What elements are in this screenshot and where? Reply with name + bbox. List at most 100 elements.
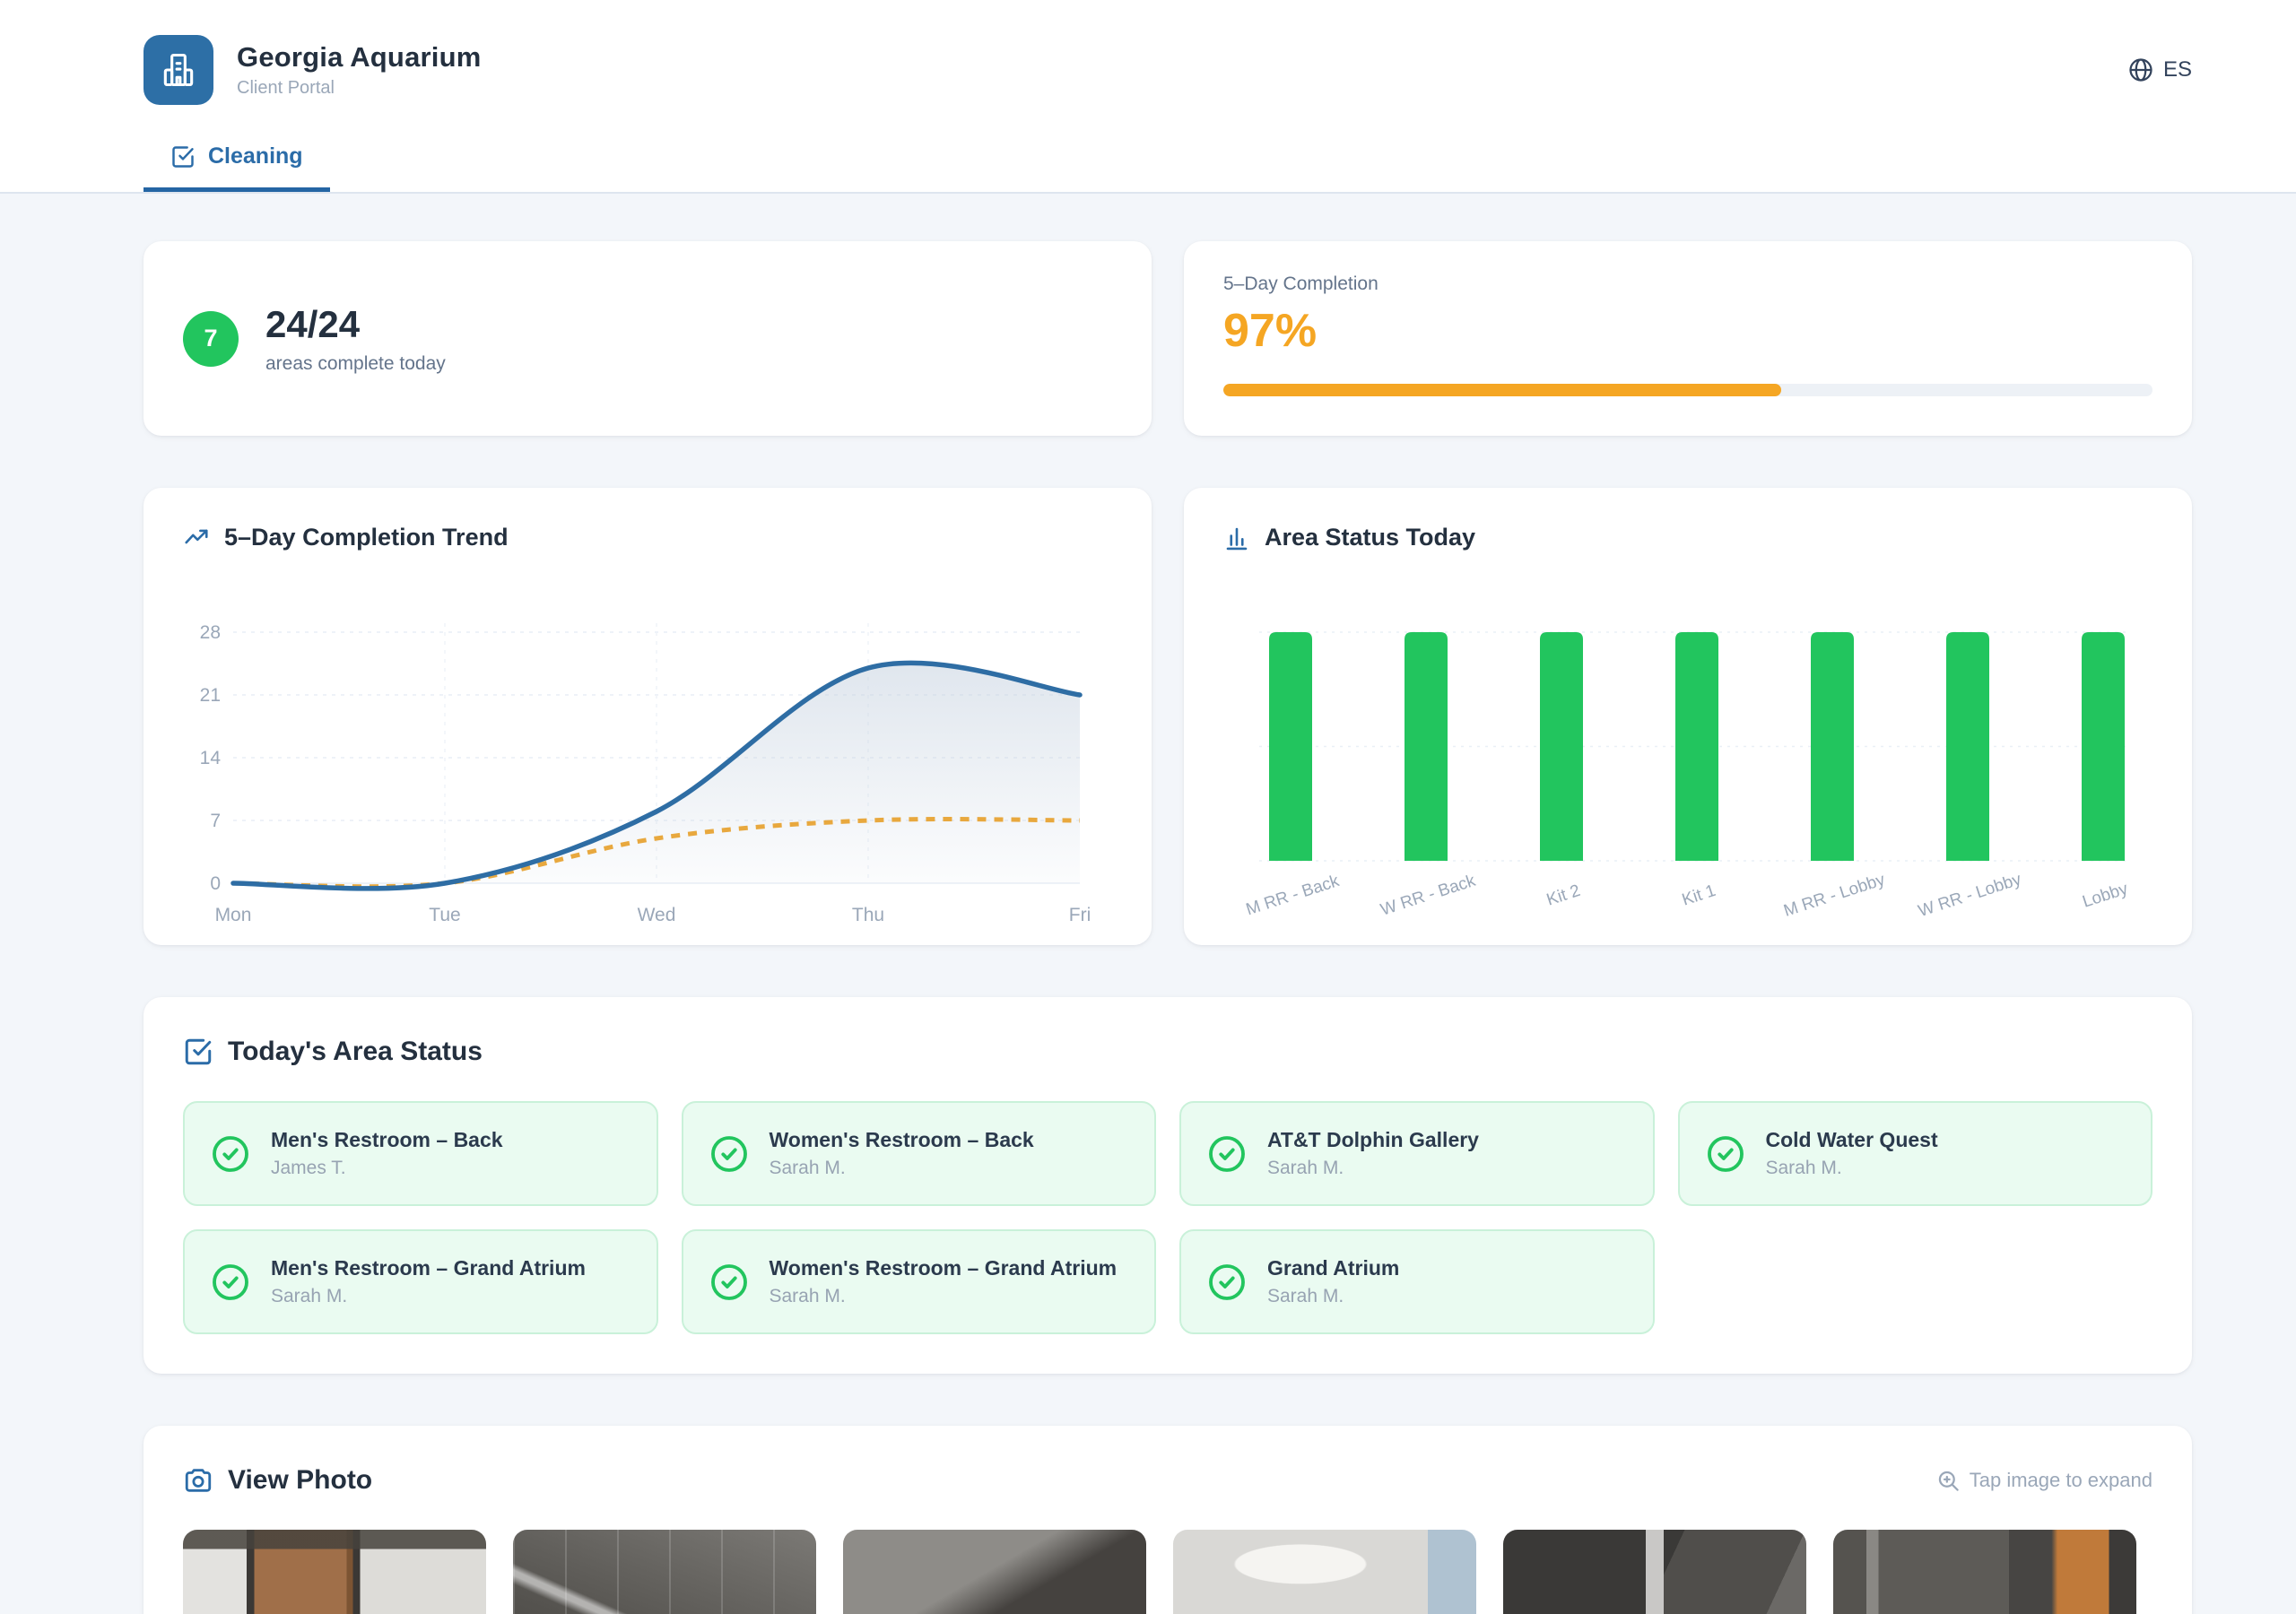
photo-thumbnail[interactable]: [183, 1530, 486, 1614]
bar-category-label: Kit 1: [1680, 881, 1718, 910]
completion-progress-track: [1223, 384, 2152, 396]
area-staff: Sarah M.: [1267, 1158, 1479, 1179]
area-chart-title: Area Status Today: [1265, 524, 1475, 551]
five-day-completion-card: 5–Day Completion 97%: [1184, 241, 2192, 436]
zoom-in-icon: [1936, 1469, 1961, 1493]
bar-category-label: M RR - Lobby: [1781, 871, 1887, 921]
status-bar: [2082, 632, 2125, 861]
circle-check-icon: [709, 1133, 750, 1175]
app-header: Georgia Aquarium Client Portal ES: [0, 0, 2296, 194]
status-bar: [1946, 632, 1989, 861]
completion-trend-chart: 0 7 14 21 28 Mon Tue Wed Thu Fri: [183, 560, 1101, 937]
area-name: AT&T Dolphin Gallery: [1267, 1128, 1479, 1152]
areas-complete-card: 7 24/24 areas complete today: [144, 241, 1152, 436]
area-name: Men's Restroom – Grand Atrium: [271, 1256, 586, 1280]
language-label: ES: [2163, 57, 2192, 82]
camera-icon: [183, 1465, 213, 1496]
area-staff: Sarah M.: [271, 1286, 586, 1307]
completion-value: 97%: [1223, 304, 2152, 358]
photo-thumbnail[interactable]: [513, 1530, 816, 1614]
globe-icon: [2127, 56, 2154, 83]
area-staff: James T.: [271, 1158, 503, 1179]
x-tick-label: Thu: [852, 905, 884, 925]
page-title: Georgia Aquarium: [237, 41, 481, 74]
area-staff: Sarah M.: [770, 1158, 1034, 1179]
photo-thumbnail[interactable]: [843, 1530, 1146, 1614]
trend-chart-title: 5–Day Completion Trend: [224, 524, 509, 551]
bar-category-label: M RR - Back: [1244, 872, 1342, 919]
count-badge: 7: [183, 311, 239, 367]
tab-cleaning[interactable]: Cleaning: [144, 133, 330, 192]
y-tick-label: 7: [210, 811, 221, 831]
area-name: Cold Water Quest: [1766, 1128, 1938, 1152]
x-tick-label: Mon: [215, 905, 252, 925]
area-status-tile[interactable]: Women's Restroom – Grand Atrium Sarah M.: [682, 1229, 1157, 1334]
areas-complete-value: 24/24: [265, 303, 446, 346]
bar-chart-icon: [1223, 525, 1250, 551]
photo-thumbnail[interactable]: [1833, 1530, 2136, 1614]
check-square-icon: [170, 144, 196, 169]
circle-check-icon: [1705, 1133, 1746, 1175]
areas-complete-caption: areas complete today: [265, 353, 446, 375]
tab-bar: Cleaning: [0, 133, 2296, 192]
y-tick-label: 14: [200, 748, 222, 768]
circle-check-icon: [709, 1262, 750, 1303]
page-subtitle: Client Portal: [237, 78, 481, 99]
y-tick-label: 28: [200, 622, 221, 643]
brand-block: Georgia Aquarium Client Portal: [144, 35, 481, 105]
area-staff: Sarah M.: [1267, 1286, 1399, 1307]
photo-thumbnail[interactable]: [1503, 1530, 1806, 1614]
completion-label: 5–Day Completion: [1223, 273, 2152, 295]
status-bar: [1675, 632, 1718, 861]
area-status-chart: M RR - Back W RR - Back Kit 2 Kit 1 M RR - L…: [1223, 560, 2142, 937]
photo-thumbnail[interactable]: [1173, 1530, 1476, 1614]
trending-up-icon: [183, 525, 210, 551]
area-status-tile[interactable]: Grand Atrium Sarah M.: [1179, 1229, 1655, 1334]
area-status-tile[interactable]: AT&T Dolphin Gallery Sarah M.: [1179, 1101, 1655, 1206]
building-icon: [159, 50, 198, 90]
main-content: 7 24/24 areas complete today 5–Day Compl…: [0, 194, 2296, 1614]
area-name: Men's Restroom – Back: [271, 1128, 503, 1152]
status-bar: [1269, 632, 1312, 861]
view-photo-title: View Photo: [228, 1465, 372, 1496]
area-status-tile[interactable]: Women's Restroom – Back Sarah M.: [682, 1101, 1157, 1206]
today-area-status-card: Today's Area Status Men's Restroom – Bac…: [144, 997, 2192, 1374]
bar-category-label: Kit 2: [1544, 881, 1583, 910]
completion-trend-card: 5–Day Completion Trend 0 7 14 21 28 Mon Tue Wed…: [144, 488, 1152, 945]
status-bar: [1540, 632, 1583, 861]
check-square-icon: [183, 1037, 213, 1067]
circle-check-icon: [1206, 1262, 1248, 1303]
x-tick-label: Wed: [638, 905, 676, 925]
completion-progress-fill: [1223, 384, 1781, 396]
area-name: Women's Restroom – Grand Atrium: [770, 1256, 1118, 1280]
x-tick-label: Fri: [1069, 905, 1091, 925]
company-logo: [144, 35, 213, 105]
area-status-title: Today's Area Status: [228, 1037, 483, 1067]
status-bar: [1405, 632, 1448, 861]
area-staff: Sarah M.: [1766, 1158, 1938, 1179]
area-name: Women's Restroom – Back: [770, 1128, 1034, 1152]
circle-check-icon: [1206, 1133, 1248, 1175]
bar-category-label: W RR - Lobby: [1916, 870, 2023, 921]
tap-to-expand-label: Tap image to expand: [1970, 1469, 2152, 1492]
circle-check-icon: [210, 1262, 251, 1303]
photo-strip: [183, 1530, 2152, 1614]
area-status-tile[interactable]: Men's Restroom – Grand Atrium Sarah M.: [183, 1229, 658, 1334]
view-photo-card: View Photo Tap image to expand: [144, 1426, 2192, 1614]
circle-check-icon: [210, 1133, 251, 1175]
area-status-grid: Men's Restroom – Back James T. Women's R…: [183, 1101, 2152, 1334]
area-status-tile[interactable]: Men's Restroom – Back James T.: [183, 1101, 658, 1206]
status-bar: [1811, 632, 1854, 861]
y-tick-label: 21: [200, 685, 221, 706]
area-status-chart-card: Area Status Today M RR - Back W RR - Back…: [1184, 488, 2192, 945]
tap-to-expand-hint: Tap image to expand: [1936, 1469, 2152, 1493]
area-status-tile[interactable]: Cold Water Quest Sarah M.: [1678, 1101, 2153, 1206]
bar-category-label: Lobby: [2080, 880, 2130, 912]
tab-label: Cleaning: [208, 143, 303, 169]
y-tick-label: 0: [210, 873, 221, 894]
language-switcher[interactable]: ES: [2127, 56, 2192, 83]
area-name: Grand Atrium: [1267, 1256, 1399, 1280]
bar-category-label: W RR - Back: [1378, 872, 1478, 920]
area-staff: Sarah M.: [770, 1286, 1118, 1307]
x-tick-label: Tue: [429, 905, 460, 925]
